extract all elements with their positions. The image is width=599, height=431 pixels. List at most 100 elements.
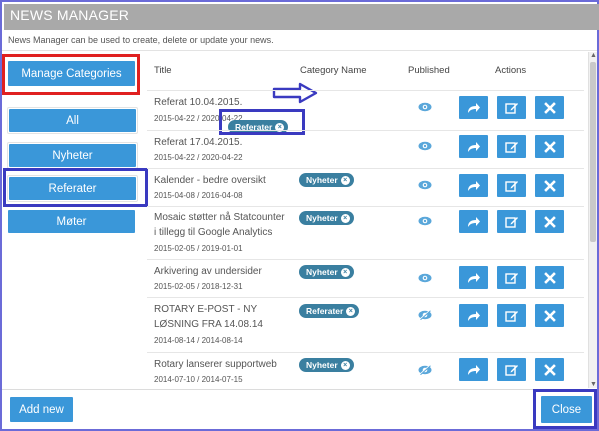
edit-button[interactable]	[497, 266, 526, 289]
delete-button[interactable]	[535, 304, 564, 327]
row-dates: 2015-04-22 / 2020-04-22	[154, 153, 243, 162]
sidebar-category-referater-wrap: Referater	[7, 175, 138, 202]
delete-button[interactable]	[535, 358, 564, 381]
manage-categories-button[interactable]: Manage Categories	[8, 61, 135, 86]
column-header-category[interactable]: Category Name	[300, 65, 367, 76]
eye-icon[interactable]	[418, 273, 432, 283]
row-dates: 2015-04-08 / 2016-04-08	[154, 191, 243, 200]
category-badge-label: Referater	[306, 306, 344, 316]
category-badge-label: Nyheter	[306, 267, 338, 277]
sidebar-category-nyheter-wrap: Nyheter	[7, 142, 138, 169]
description-text: News Manager can be used to create, dele…	[8, 35, 274, 45]
share-arrow-icon	[467, 272, 480, 283]
badge-remove-icon[interactable]: ×	[340, 213, 350, 223]
category-badge[interactable]: Nyheter ×	[299, 358, 354, 372]
sidebar-category-nyheter[interactable]: Nyheter	[9, 144, 136, 167]
edit-pencil-icon	[504, 272, 518, 284]
share-arrow-icon	[467, 141, 480, 152]
row-title: Referat 17.04.2015.	[154, 137, 243, 148]
close-x-icon	[543, 363, 556, 376]
scrollbar-thumb[interactable]	[590, 62, 596, 242]
eye-slash-icon[interactable]	[418, 310, 432, 320]
share-arrow-icon	[467, 216, 480, 227]
scroll-down-icon[interactable]: ▼	[590, 381, 597, 388]
category-badge[interactable]: Nyheter ×	[299, 211, 354, 225]
eye-icon[interactable]	[418, 216, 432, 226]
row-title: Kalender - bedre oversikt	[154, 175, 266, 186]
divider	[2, 50, 597, 51]
delete-button[interactable]	[535, 135, 564, 158]
title-bar: NEWS MANAGER	[4, 4, 599, 30]
row-title: Rotary lanserer supportweb	[154, 359, 277, 370]
close-x-icon	[543, 271, 556, 284]
category-badge-label: Nyheter	[306, 213, 338, 223]
delete-button[interactable]	[535, 210, 564, 233]
badge-remove-icon[interactable]: ×	[340, 360, 350, 370]
add-new-button[interactable]: Add new	[10, 397, 73, 422]
sidebar-category-moter[interactable]: Møter	[8, 210, 135, 233]
sidebar-category-referater[interactable]: Referater	[9, 177, 136, 200]
badge-remove-icon[interactable]: ×	[340, 267, 350, 277]
eye-icon[interactable]	[418, 141, 432, 151]
edit-pencil-icon	[504, 141, 518, 153]
close-button[interactable]: Close	[541, 396, 592, 423]
window-title: NEWS MANAGER	[10, 7, 130, 23]
vertical-scrollbar[interactable]: ▲ ▼	[588, 52, 597, 388]
edit-pencil-icon	[504, 364, 518, 376]
category-badge-label: Nyheter	[306, 360, 338, 370]
column-header-title[interactable]: Title	[154, 65, 172, 76]
close-x-icon	[543, 215, 556, 228]
eye-slash-icon[interactable]	[418, 365, 432, 375]
category-badge[interactable]: Nyheter ×	[299, 265, 354, 279]
category-badge[interactable]: Nyheter ×	[299, 173, 354, 187]
row-dates: 2014-07-10 / 2014-07-15	[154, 375, 243, 384]
share-button[interactable]	[459, 358, 488, 381]
share-arrow-icon	[467, 310, 480, 321]
column-header-published[interactable]: Published	[408, 65, 450, 76]
row-title-line2: i tillegg til Google Analytics	[154, 227, 273, 238]
share-button[interactable]	[459, 96, 488, 119]
edit-button[interactable]	[497, 358, 526, 381]
close-x-icon	[543, 101, 556, 114]
sidebar-category-all-wrap: All	[7, 107, 138, 134]
edit-pencil-icon	[504, 180, 518, 192]
share-arrow-icon	[467, 180, 480, 191]
eye-icon[interactable]	[418, 102, 432, 112]
row-title: Arkivering av undersider	[154, 266, 262, 277]
row-title: Mosaic støtter nå Statcounter	[154, 212, 285, 223]
badge-remove-icon[interactable]: ×	[340, 175, 350, 185]
close-x-icon	[543, 179, 556, 192]
column-header-actions: Actions	[495, 65, 527, 76]
sidebar-category-all[interactable]: All	[9, 109, 136, 132]
share-button[interactable]	[459, 135, 488, 158]
edit-button[interactable]	[497, 210, 526, 233]
share-arrow-icon	[467, 364, 480, 375]
edit-button[interactable]	[497, 96, 526, 119]
share-button[interactable]	[459, 174, 488, 197]
badge-remove-icon[interactable]: ×	[346, 306, 356, 316]
edit-button[interactable]	[497, 135, 526, 158]
row-title: ROTARY E-POST - NY	[154, 304, 258, 315]
edit-button[interactable]	[497, 304, 526, 327]
row-title: Referat 10.04.2015.	[154, 97, 243, 108]
category-badge[interactable]: Referater ×	[299, 304, 360, 318]
close-x-icon	[543, 309, 556, 322]
delete-button[interactable]	[535, 266, 564, 289]
share-button[interactable]	[459, 210, 488, 233]
row-dates: 2014-08-14 / 2014-08-14	[154, 336, 243, 345]
edit-button[interactable]	[497, 174, 526, 197]
share-button[interactable]	[459, 266, 488, 289]
share-button[interactable]	[459, 304, 488, 327]
delete-button[interactable]	[535, 174, 564, 197]
close-x-icon	[543, 140, 556, 153]
category-badge-label: Nyheter	[306, 175, 338, 185]
edit-pencil-icon	[504, 216, 518, 228]
footer-divider	[2, 389, 597, 390]
scroll-up-icon[interactable]: ▲	[590, 52, 597, 59]
sidebar-category-moter-wrap: Møter	[7, 209, 138, 236]
row-dates: 2015-02-05 / 2019-01-01	[154, 244, 243, 253]
share-arrow-icon	[467, 102, 480, 113]
eye-icon[interactable]	[418, 180, 432, 190]
edit-pencil-icon	[504, 102, 518, 114]
delete-button[interactable]	[535, 96, 564, 119]
